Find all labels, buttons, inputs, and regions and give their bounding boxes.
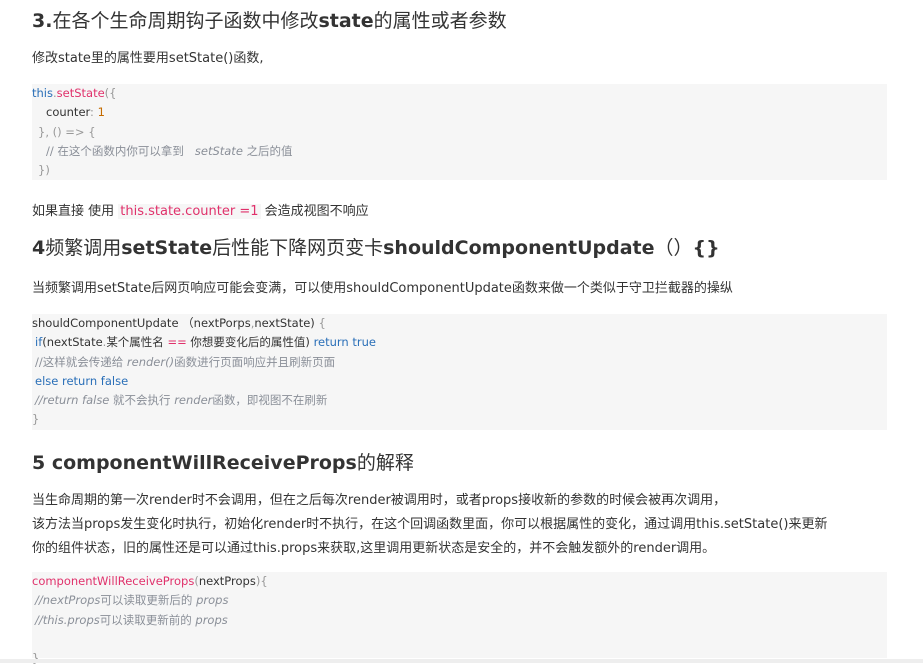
code-comment: //nextProps可以读取更新后的 props: [35, 593, 229, 607]
code-line: componentWillReceiveProps(nextProps){: [32, 574, 268, 588]
code-line: }: [32, 412, 40, 426]
code-block-shouldcomponentupdate: shouldComponentUpdate （nextPorps,nextSta…: [32, 314, 887, 430]
section-5-heading: 5 componentWillReceiveProps的解释: [32, 452, 414, 474]
code-line: else return false: [35, 374, 129, 388]
code-line: counter: 1: [46, 105, 105, 119]
section-4-heading: 4频繁调用setState后性能下降网页变卡shouldComponentUpd…: [32, 237, 720, 259]
code-line: this.setState({: [32, 86, 117, 100]
section-5-paragraph-2: 该方法当props发生变化时执行，初始化render时不执行，在这个回调函数里面…: [32, 517, 828, 532]
code-line: }): [38, 163, 50, 177]
section-5-paragraph-3: 你的组件状态，旧的属性还是可以通过this.props来获取,这里调用更新状态是…: [32, 541, 716, 556]
section-3-description: 修改state里的属性要用setState()函数,: [32, 51, 264, 66]
section-5-paragraph-1: 当生命周期的第一次render时不会调用，但在之后每次render被调用时，或者…: [32, 493, 727, 508]
code-comment: //这样就会传递给 render()函数进行页面响应并且刷新页面: [35, 355, 336, 369]
code-block-componentwillreceiveprops: componentWillReceiveProps(nextProps){ //…: [32, 572, 887, 665]
heading-keyword: state: [318, 10, 374, 32]
inline-code: this.state.counter =1: [118, 204, 261, 219]
code-line: if(nextState.某个属性名 == 你想要变化后的属性值) return…: [35, 335, 376, 349]
page-bottom-divider: [0, 659, 923, 663]
code-line: shouldComponentUpdate （nextPorps,nextSta…: [32, 316, 326, 330]
code-comment: //this.props可以读取更新前的 props: [35, 613, 228, 627]
heading-number: 3.: [32, 10, 53, 32]
heading-text: 在各个生命周期钩子函数中修改: [52, 10, 319, 32]
code-comment: //return false 就不会执行 render函数，即视图不在刷新: [35, 393, 328, 407]
section-3-heading: 3.在各个生命周期钩子函数中修改state的属性或者参数: [32, 8, 507, 34]
heading-text-tail: 的属性或者参数: [373, 10, 507, 32]
section-3-note: 如果直接 使用 this.state.counter =1 会造成视图不响应: [32, 204, 369, 219]
code-comment: // 在这个函数内你可以拿到 setState 之后的值: [46, 144, 293, 158]
code-block-setstate: this.setState({ counter: 1 }, () => { //…: [32, 84, 887, 180]
code-line: }, () => {: [38, 125, 96, 139]
section-4-description: 当频繁调用setState后网页响应可能会变满，可以使用shouldCompon…: [32, 281, 733, 296]
